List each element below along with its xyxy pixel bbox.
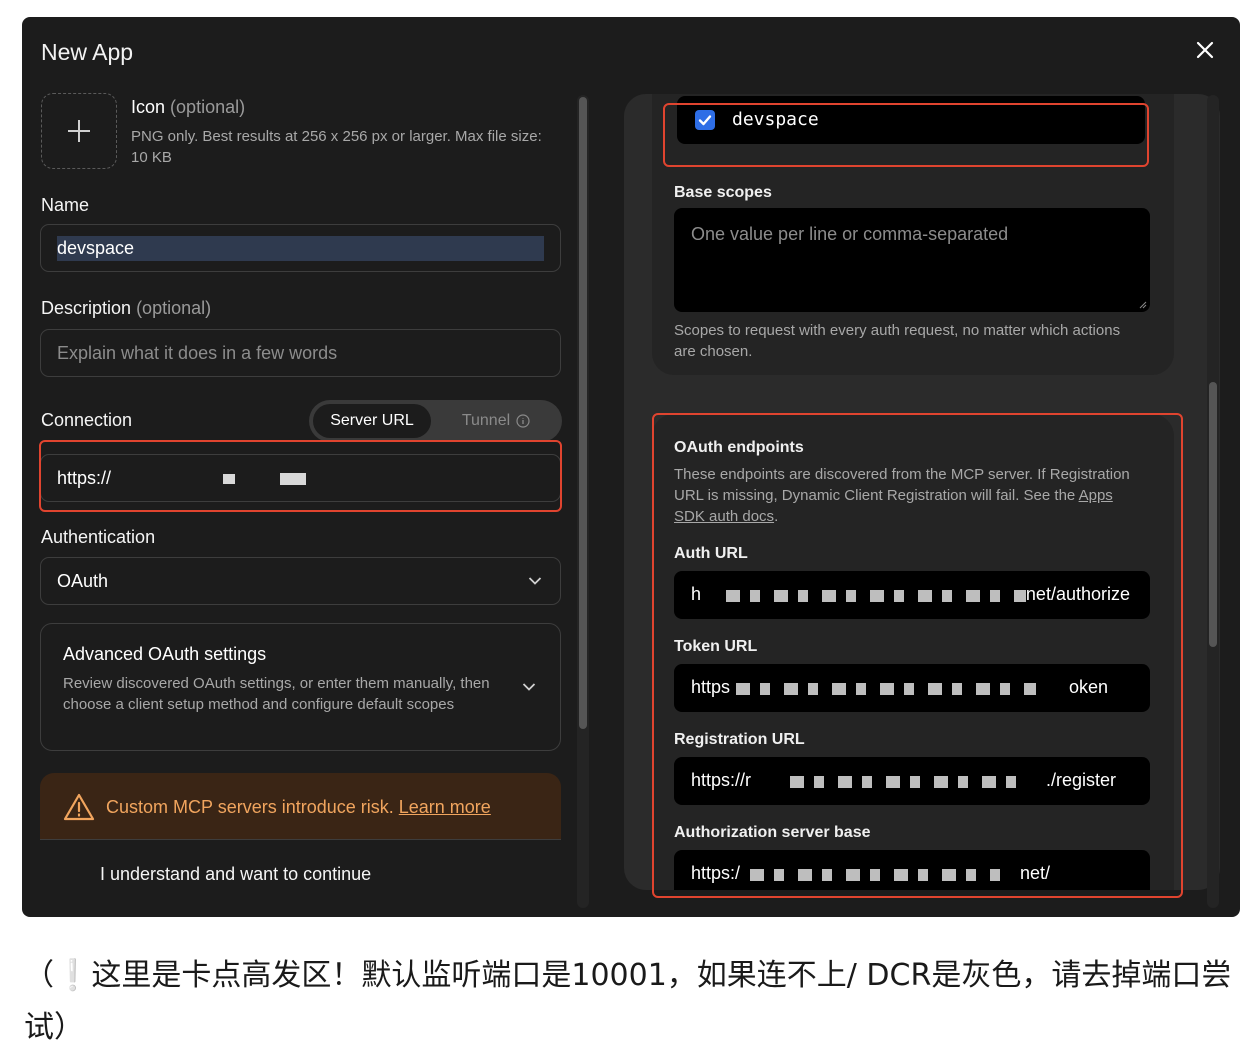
server-url-tab[interactable]: Server URL — [313, 404, 431, 438]
highlight-box — [663, 103, 1149, 167]
confirm-row: I understand and want to continue — [40, 839, 561, 913]
description-label: Description (optional) — [41, 298, 212, 318]
warning-icon — [63, 793, 95, 821]
name-input[interactable]: devspace — [40, 224, 561, 272]
connection-label: Connection — [41, 410, 133, 430]
plus-icon — [68, 120, 90, 142]
advanced-description: Review discovered OAuth settings, or ent… — [63, 675, 490, 713]
learn-more-link[interactable]: Learn more — [399, 797, 491, 817]
tunnel-tab[interactable]: Tunnel — [437, 404, 555, 438]
connection-toggle: Server URL Tunnel — [309, 400, 562, 442]
right-scrollbar-thumb[interactable] — [1209, 382, 1217, 647]
new-app-dialog: New App Icon (optional) PNG only. Best r… — [22, 17, 1240, 917]
advanced-title: Advanced OAuth settings — [63, 644, 267, 664]
base-scopes-help: Scopes to request with every auth reques… — [674, 322, 1121, 360]
authentication-label: Authentication — [41, 527, 156, 547]
icon-upload-button[interactable] — [41, 93, 117, 169]
risk-warning: Custom MCP servers introduce risk. Learn… — [40, 773, 561, 913]
base-scopes-label: Base scopes — [674, 184, 772, 201]
highlight-box — [652, 413, 1183, 898]
chevron-down-icon — [522, 683, 536, 691]
understand-checkbox-label[interactable]: I understand and want to continue — [100, 864, 371, 885]
close-icon[interactable] — [1192, 37, 1218, 63]
left-scrollbar-thumb[interactable] — [579, 97, 587, 729]
highlight-box — [39, 440, 562, 512]
dialog-title: New App — [41, 39, 134, 65]
authentication-select[interactable]: OAuth — [40, 557, 561, 605]
caption-text: （❕这里是卡点高发区！默认监听端口是10001，如果连不上/ DCR是灰色，请去… — [24, 958, 1232, 1045]
advanced-oauth-settings[interactable]: Advanced OAuth settings Review discovere… — [40, 623, 561, 751]
chevron-down-icon — [528, 577, 542, 585]
resize-handle-icon[interactable] — [1137, 299, 1147, 309]
warning-text: Custom MCP servers introduce risk. Learn… — [106, 797, 491, 817]
name-value: devspace — [57, 235, 544, 261]
base-scopes-textarea[interactable]: One value per line or comma-separated — [674, 208, 1150, 312]
name-label: Name — [41, 195, 90, 215]
info-icon — [516, 414, 530, 428]
icon-help-text: PNG only. Best results at 256 x 256 px o… — [131, 128, 542, 166]
description-input[interactable]: Explain what it does in a few words — [40, 329, 561, 377]
icon-label: Icon (optional) — [131, 97, 246, 117]
